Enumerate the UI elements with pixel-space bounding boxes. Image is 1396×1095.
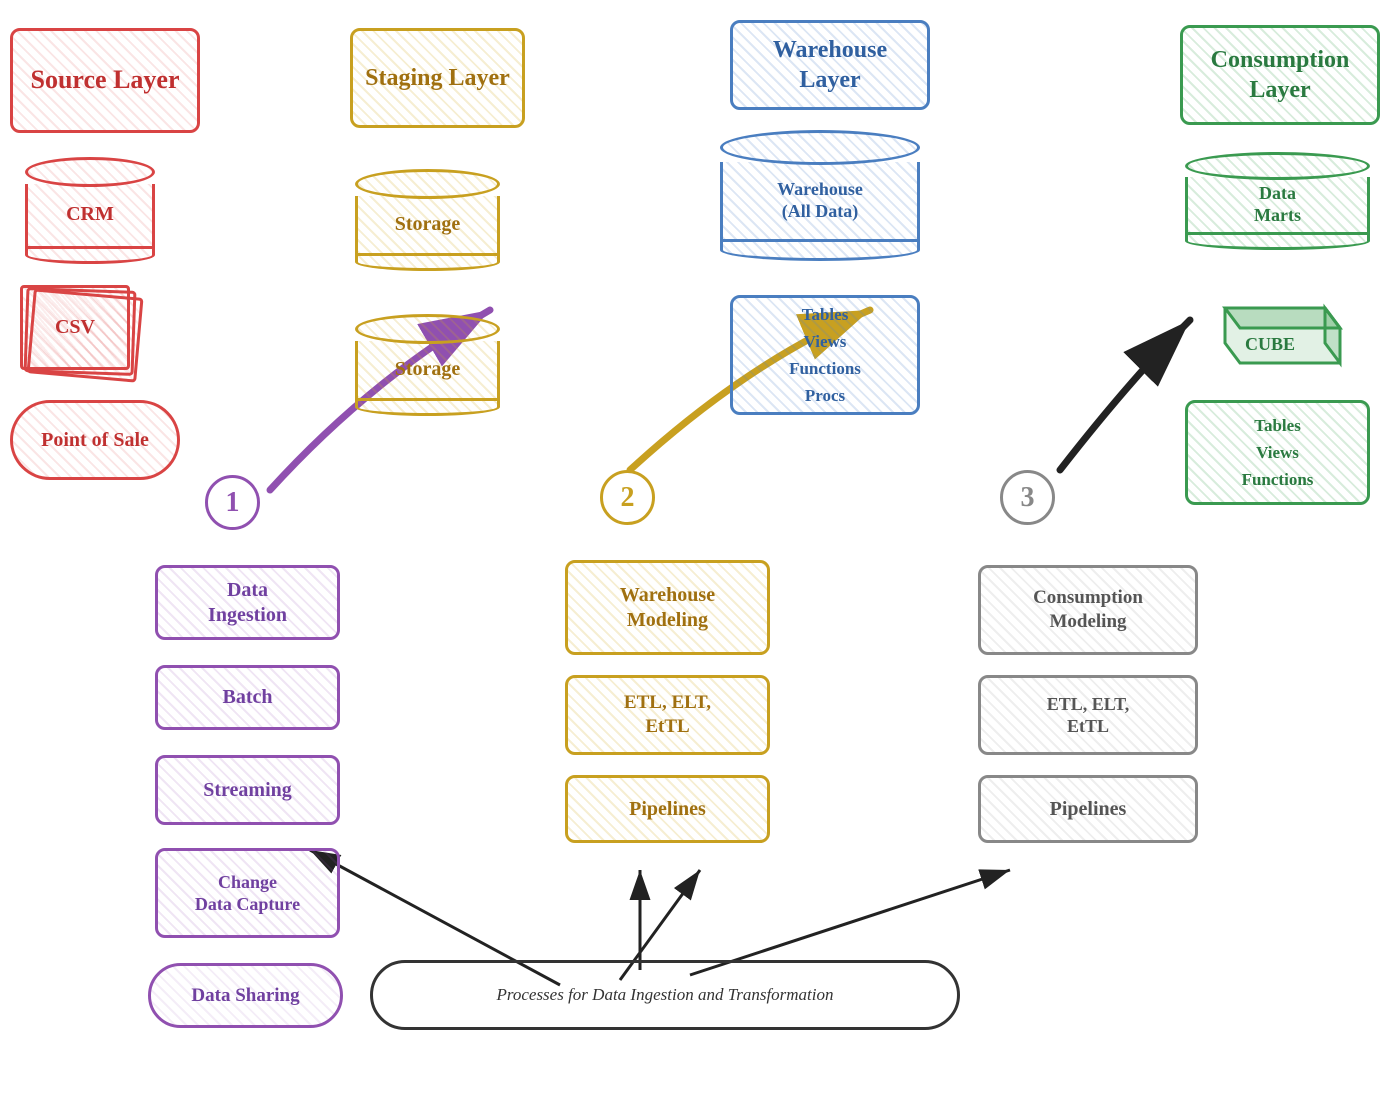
streaming-box: Streaming: [155, 755, 340, 825]
processes-oval: Processes for Data Ingestion and Transfo…: [370, 960, 960, 1030]
storage-cylinder-2: Storage: [355, 310, 500, 420]
storage-cylinder-1: Storage: [355, 165, 500, 275]
consumption-pipelines-box: Pipelines: [978, 775, 1198, 843]
data-marts-cylinder: DataMarts: [1185, 148, 1370, 253]
source-layer-label: Source Layer: [10, 28, 200, 133]
warehouse-all-data-cylinder: Warehouse(All Data): [720, 130, 920, 260]
diagram-container: Source Layer CRM CSV Point of Sale Stagi…: [0, 0, 1396, 1095]
consumption-objects-box: Tables Views Functions: [1185, 400, 1370, 505]
warehouse-layer-label: Warehouse Layer: [730, 20, 930, 110]
consumption-etl-box: ETL, ELT,EtTL: [978, 675, 1198, 755]
consumption-layer-label: Consumption Layer: [1180, 25, 1380, 125]
data-sharing-oval: Data Sharing: [148, 963, 343, 1028]
staging-layer-label: Staging Layer: [350, 28, 525, 128]
warehouse-etl-box: ETL, ELT,EtTL: [565, 675, 770, 755]
crm-cylinder: CRM: [25, 155, 155, 265]
change-data-capture-box: ChangeData Capture: [155, 848, 340, 938]
warehouse-pipelines-box: Pipelines: [565, 775, 770, 843]
cube-shape: CUBE: [1185, 278, 1370, 388]
consumption-modeling-box: ConsumptionModeling: [978, 565, 1198, 655]
step-number-1: 1: [205, 475, 260, 530]
data-ingestion-box: DataIngestion: [155, 565, 340, 640]
step-number-3: 3: [1000, 470, 1055, 525]
svg-text:CUBE: CUBE: [1245, 334, 1295, 354]
warehouse-objects-box: Tables Views Functions Procs: [730, 295, 920, 415]
batch-box: Batch: [155, 665, 340, 730]
warehouse-modeling-box: WarehouseModeling: [565, 560, 770, 655]
step-number-2: 2: [600, 470, 655, 525]
point-of-sale-box: Point of Sale: [10, 400, 180, 480]
csv-icon: CSV: [20, 285, 160, 385]
